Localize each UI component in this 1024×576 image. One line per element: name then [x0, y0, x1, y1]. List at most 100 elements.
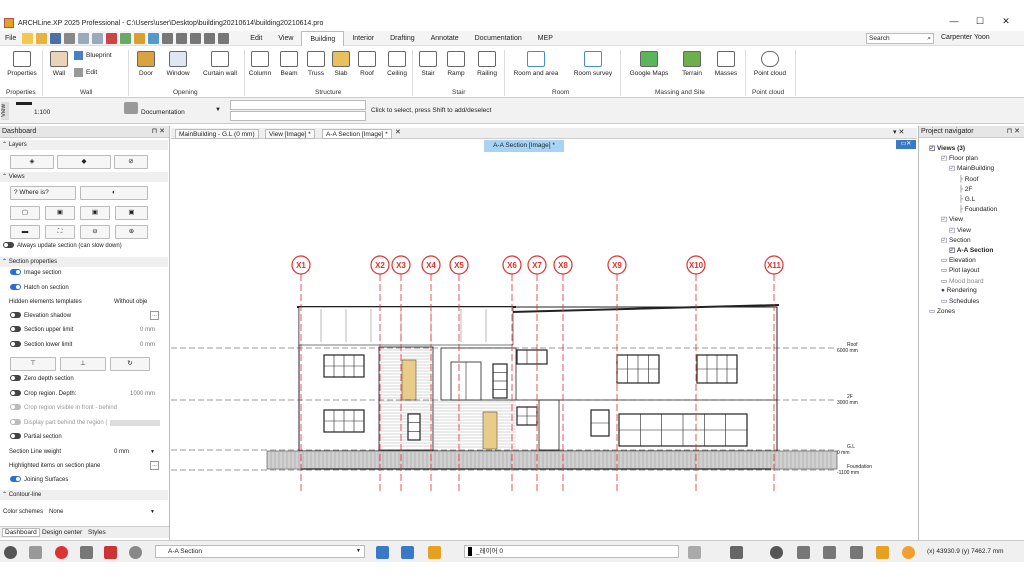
- new-icon[interactable]: [22, 32, 34, 44]
- curtain-wall-button[interactable]: Curtain wall: [198, 51, 242, 77]
- tab-interior[interactable]: Interior: [344, 31, 382, 46]
- contour-section[interactable]: ⌃ Contour-line: [0, 490, 168, 500]
- ceiling-button[interactable]: Ceiling: [384, 51, 410, 77]
- display-part-row[interactable]: Display part behind the region (: [0, 418, 168, 428]
- save-icon[interactable]: [50, 32, 62, 44]
- tab-styles[interactable]: Styles: [88, 529, 106, 536]
- osnap-icon[interactable]: [104, 546, 117, 559]
- navigator-item[interactable]: ● Rendering: [941, 287, 977, 294]
- joining-toggle[interactable]: [10, 476, 21, 483]
- line-weight-dropdown-icon[interactable]: ▼: [150, 447, 155, 457]
- align-top-button[interactable]: ⊤: [10, 357, 56, 371]
- highlighted-more-button[interactable]: …: [150, 461, 159, 470]
- tab-mep[interactable]: MEP: [530, 31, 561, 46]
- navigator-item[interactable]: ▭ Mood board: [941, 277, 984, 285]
- slab-button[interactable]: Slab: [330, 51, 352, 77]
- column-button[interactable]: Column: [246, 51, 274, 77]
- zero-depth-toggle[interactable]: [10, 375, 21, 382]
- upper-limit-toggle[interactable]: [10, 326, 21, 333]
- line-weight-value[interactable]: 0 mm: [114, 447, 129, 457]
- layer-show-button[interactable]: ◈: [10, 155, 54, 169]
- navigator-item[interactable]: ◰ Views (3): [929, 144, 965, 152]
- pencil-icon[interactable]: [134, 32, 146, 44]
- camera-icon[interactable]: [129, 546, 142, 559]
- arrow-down-icon[interactable]: [401, 546, 414, 559]
- elevation-shadow-row[interactable]: Elevation shadow…: [0, 311, 168, 321]
- view-front-button[interactable]: ▣: [45, 206, 75, 220]
- layer-hide-button[interactable]: ⊘: [114, 155, 148, 169]
- user-name[interactable]: Carpenter Yoon: [941, 34, 990, 41]
- image-section-toggle[interactable]: [10, 269, 21, 276]
- grid-snap-icon[interactable]: [29, 546, 42, 559]
- align-bottom-button[interactable]: ⊥: [60, 357, 106, 371]
- tab-edit[interactable]: Edit: [242, 31, 270, 46]
- panel-menu-icon[interactable]: ▾ ✕: [893, 128, 904, 136]
- tab-annotate[interactable]: Annotate: [423, 31, 467, 46]
- navigator-item[interactable]: ◰ View: [949, 226, 971, 234]
- tab-design-center[interactable]: Design center: [42, 529, 82, 536]
- navigator-item[interactable]: ┣ G.L: [959, 195, 975, 203]
- zoom-out-button[interactable]: ⊖: [80, 225, 110, 239]
- joining-row[interactable]: Joining Surfaces: [0, 475, 168, 485]
- crop-visible-toggle[interactable]: [10, 404, 21, 411]
- transform-icon[interactable]: [204, 32, 216, 44]
- section-properties-section[interactable]: ⌃ Section properties: [0, 257, 168, 267]
- close-icon[interactable]: ✕: [996, 16, 1016, 27]
- ramp-button[interactable]: Ramp: [444, 51, 468, 77]
- trash-icon[interactable]: [106, 32, 118, 44]
- navigator-item[interactable]: ◰ MainBuilding: [949, 164, 994, 172]
- move-icon[interactable]: [176, 32, 188, 44]
- maximize-icon[interactable]: ☐: [970, 16, 990, 27]
- close-tab-icon[interactable]: ✕: [395, 128, 401, 136]
- image-section-row[interactable]: Image section: [0, 268, 168, 278]
- ortho-icon[interactable]: [80, 546, 93, 559]
- beam-button[interactable]: Beam: [277, 51, 301, 77]
- crop-region-toggle[interactable]: [10, 390, 21, 397]
- navigator-item[interactable]: ◰ Section: [941, 236, 971, 244]
- navigator-item[interactable]: ◰ Floor plan: [941, 154, 978, 162]
- resize-icon[interactable]: [823, 546, 836, 559]
- upper-limit-row[interactable]: Section upper limit 0 mm: [0, 325, 168, 335]
- crop-region-row[interactable]: Crop region. Depth: 1000 mm: [0, 389, 168, 399]
- reset-button[interactable]: ↻: [110, 357, 150, 371]
- link-icon[interactable]: [850, 546, 863, 559]
- stair-button[interactable]: Stair: [417, 51, 439, 77]
- properties-button[interactable]: Properties: [4, 51, 40, 77]
- blueprint-button[interactable]: Blueprint: [74, 51, 124, 60]
- crop-visible-row[interactable]: Crop region visible in front - behind: [0, 403, 168, 413]
- color-schemes-dropdown-icon[interactable]: ▼: [150, 507, 155, 517]
- pin-icon[interactable]: ⊓ ✕: [152, 126, 165, 138]
- google-maps-button[interactable]: Google Maps: [625, 51, 673, 77]
- layer-selector[interactable]: _레이어 0: [464, 545, 679, 558]
- hatch-toggle[interactable]: [10, 284, 21, 291]
- section-drawing[interactable]: Roof6000 mm2F3000 mmG.L0 mmFoundation-11…: [171, 152, 917, 540]
- dropdown-icon[interactable]: ▼: [215, 107, 221, 113]
- select-icon[interactable]: [162, 32, 174, 44]
- roof-button[interactable]: Roof: [356, 51, 378, 77]
- room-survey-button[interactable]: Room survey: [569, 51, 617, 77]
- hammer-icon[interactable]: [428, 546, 441, 559]
- point-cloud-button[interactable]: Point cloud: [750, 51, 790, 77]
- window-button[interactable]: Window: [163, 51, 193, 77]
- navigator-pin-icon[interactable]: ⊓ ✕: [1007, 126, 1020, 138]
- lower-limit-value[interactable]: 0 mm: [140, 340, 155, 350]
- arrow-up-icon[interactable]: [376, 546, 389, 559]
- doc-tab-mainbuilding[interactable]: MainBuilding - G.L (0 mm): [175, 129, 259, 139]
- stack-icon[interactable]: [688, 546, 701, 559]
- sun-icon[interactable]: [902, 546, 915, 559]
- search-input[interactable]: Search ⌕: [866, 33, 934, 44]
- minimize-icon[interactable]: —: [944, 16, 964, 26]
- masses-button[interactable]: Masses: [712, 51, 740, 77]
- more-button[interactable]: …: [150, 311, 159, 320]
- view-bottom-button[interactable]: ▬: [10, 225, 40, 239]
- display-part-toggle[interactable]: [10, 419, 21, 426]
- display-part-slider[interactable]: [110, 420, 160, 426]
- crop-region-value[interactable]: 1000 mm: [130, 389, 155, 399]
- text-icon[interactable]: [730, 546, 743, 559]
- where-is-button[interactable]: ? Where is?: [10, 186, 76, 200]
- lower-limit-row[interactable]: Section lower limit 0 mm: [0, 340, 168, 350]
- command-input[interactable]: [230, 100, 366, 110]
- navigator-item[interactable]: ▭ Zones: [929, 307, 955, 315]
- view-side-button[interactable]: ▣: [80, 206, 110, 220]
- navigator-item[interactable]: ◰ A-A Section: [949, 246, 993, 254]
